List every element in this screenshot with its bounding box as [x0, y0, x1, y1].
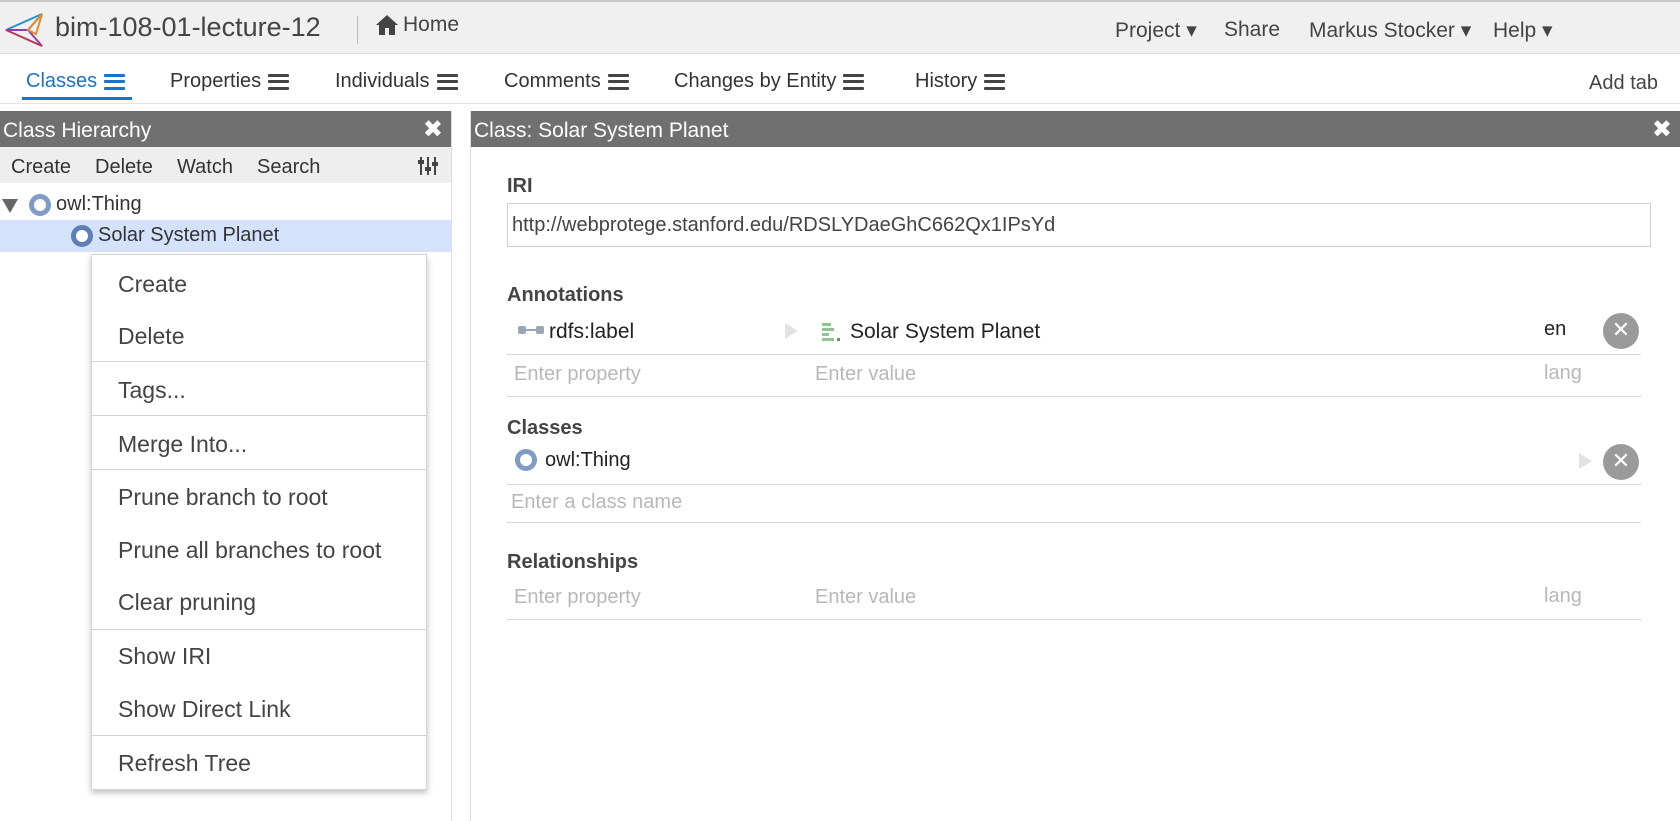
annotation-value[interactable]: Solar System Planet — [850, 320, 1040, 344]
close-icon[interactable]: ✖ — [1652, 115, 1672, 144]
relationship-lang-input[interactable]: lang — [1544, 585, 1582, 608]
menu-item-delete[interactable]: Delete — [118, 323, 184, 350]
class-icon — [29, 194, 51, 216]
menu-item-show-iri[interactable]: Show IRI — [118, 643, 211, 670]
iri-field[interactable]: http://webprotege.stanford.edu/RDSLYDaeG… — [507, 203, 1651, 247]
create-button[interactable]: Create — [11, 156, 71, 179]
tab-label: Comments — [504, 70, 601, 92]
menu-item-clear-pruning[interactable]: Clear pruning — [118, 589, 256, 616]
row-divider — [507, 522, 1641, 523]
relationship-property-input[interactable]: Enter property — [514, 586, 641, 609]
menu-icon[interactable] — [843, 73, 865, 90]
menu-separator — [92, 361, 426, 362]
annotation-property[interactable]: rdfs:label — [549, 320, 634, 344]
tab-label: Properties — [170, 70, 262, 92]
menu-item-refresh-tree[interactable]: Refresh Tree — [118, 750, 251, 777]
annotation-lang-input[interactable]: lang — [1544, 362, 1582, 385]
tab-history[interactable]: History — [915, 70, 1006, 93]
menu-item-prune-all-branches[interactable]: Prune all branches to root — [118, 537, 381, 564]
tab-properties[interactable]: Properties — [170, 70, 290, 93]
literal-value-icon — [822, 323, 840, 341]
menu-icon[interactable] — [607, 73, 629, 90]
tree-node-solar-system-planet[interactable]: Solar System Planet — [0, 220, 452, 252]
class-icon — [515, 449, 537, 471]
add-tab-button[interactable]: Add tab — [1589, 72, 1658, 95]
tab-label: History — [915, 70, 978, 92]
menu-item-merge-into[interactable]: Merge Into... — [118, 431, 247, 458]
iri-value: http://webprotege.stanford.edu/RDSLYDaeG… — [512, 214, 1056, 236]
delete-button[interactable]: Delete — [95, 156, 153, 179]
remove-class-button[interactable]: ✕ — [1603, 444, 1639, 480]
menu-icon[interactable] — [104, 73, 126, 90]
tab-comments[interactable]: Comments — [504, 70, 629, 93]
title-separator — [357, 16, 358, 44]
menu-separator — [92, 629, 426, 630]
class-icon — [71, 225, 93, 247]
tab-changes-by-entity[interactable]: Changes by Entity — [674, 70, 865, 93]
search-button[interactable]: Search — [257, 156, 320, 179]
menu-icon[interactable] — [436, 73, 458, 90]
home-link[interactable]: Home — [375, 13, 459, 37]
hierarchy-toolbar: Create Delete Watch Search — [0, 147, 451, 183]
row-divider — [507, 619, 1641, 620]
home-label: Home — [403, 13, 460, 36]
menu-item-tags[interactable]: Tags... — [118, 377, 186, 404]
webprotege-logo-icon[interactable] — [2, 8, 46, 52]
play-arrow-icon[interactable] — [1579, 453, 1592, 469]
annotation-property-icon — [518, 326, 544, 334]
annotation-value-input[interactable]: Enter value — [815, 363, 916, 386]
tab-label: Individuals — [335, 70, 430, 92]
expand-triangle-icon[interactable] — [2, 199, 18, 213]
tab-classes[interactable]: Classes — [26, 70, 126, 93]
tree-node-owl-thing[interactable]: owl:Thing — [0, 189, 452, 221]
row-divider — [507, 354, 1641, 355]
menu-separator — [92, 469, 426, 470]
tab-label: Changes by Entity — [674, 70, 837, 92]
panel-title: Class: Solar System Planet — [474, 119, 729, 142]
row-divider — [507, 484, 1641, 485]
annotations-label: Annotations — [507, 284, 624, 306]
project-menu[interactable]: Project ▾ — [1115, 18, 1197, 43]
close-icon[interactable]: ✖ — [423, 115, 443, 144]
menu-icon[interactable] — [984, 73, 1006, 90]
row-divider — [507, 396, 1641, 397]
tree-node-label: Solar System Planet — [98, 224, 280, 246]
project-title: bim-108-01-lecture-12 — [55, 12, 321, 42]
top-bar: bim-108-01-lecture-12 Home Project ▾ Sha… — [0, 0, 1680, 54]
tab-label: Classes — [26, 70, 98, 92]
class-item[interactable]: owl:Thing — [545, 449, 631, 472]
watch-button[interactable]: Watch — [177, 156, 233, 179]
panel-title: Class Hierarchy — [3, 119, 152, 142]
menu-item-prune-branch[interactable]: Prune branch to root — [118, 484, 328, 511]
annotation-property-input[interactable]: Enter property — [514, 363, 641, 386]
tab-individuals[interactable]: Individuals — [335, 70, 458, 93]
annotation-lang[interactable]: en — [1544, 318, 1566, 341]
class-name-input[interactable]: Enter a class name — [511, 491, 682, 514]
help-menu[interactable]: Help ▾ — [1493, 18, 1553, 43]
panel-header: Class: Solar System Planet ✖ — [471, 111, 1680, 147]
settings-sliders-icon[interactable] — [417, 155, 439, 177]
share-button[interactable]: Share — [1224, 18, 1280, 42]
menu-item-create[interactable]: Create — [118, 271, 187, 298]
tab-bar: Classes Properties Individuals Comments … — [0, 54, 1680, 104]
menu-item-show-direct-link[interactable]: Show Direct Link — [118, 696, 291, 723]
context-menu: Create Delete Tags... Merge Into... Prun… — [91, 254, 427, 790]
home-icon — [376, 15, 398, 35]
menu-icon[interactable] — [268, 73, 290, 90]
panel-header: Class Hierarchy ✖ — [0, 111, 451, 147]
relationship-value-input[interactable]: Enter value — [815, 586, 916, 609]
iri-label: IRI — [507, 175, 533, 197]
tree-node-label: owl:Thing — [56, 193, 142, 215]
user-menu[interactable]: Markus Stocker ▾ — [1309, 18, 1471, 43]
remove-annotation-button[interactable]: ✕ — [1603, 313, 1639, 349]
classes-label: Classes — [507, 417, 583, 439]
play-arrow-icon[interactable] — [785, 323, 798, 339]
menu-separator — [92, 415, 426, 416]
menu-separator — [92, 735, 426, 736]
class-editor-panel: Class: Solar System Planet ✖ IRI http://… — [470, 111, 1680, 821]
active-tab-indicator — [22, 97, 132, 100]
relationships-label: Relationships — [507, 551, 639, 573]
